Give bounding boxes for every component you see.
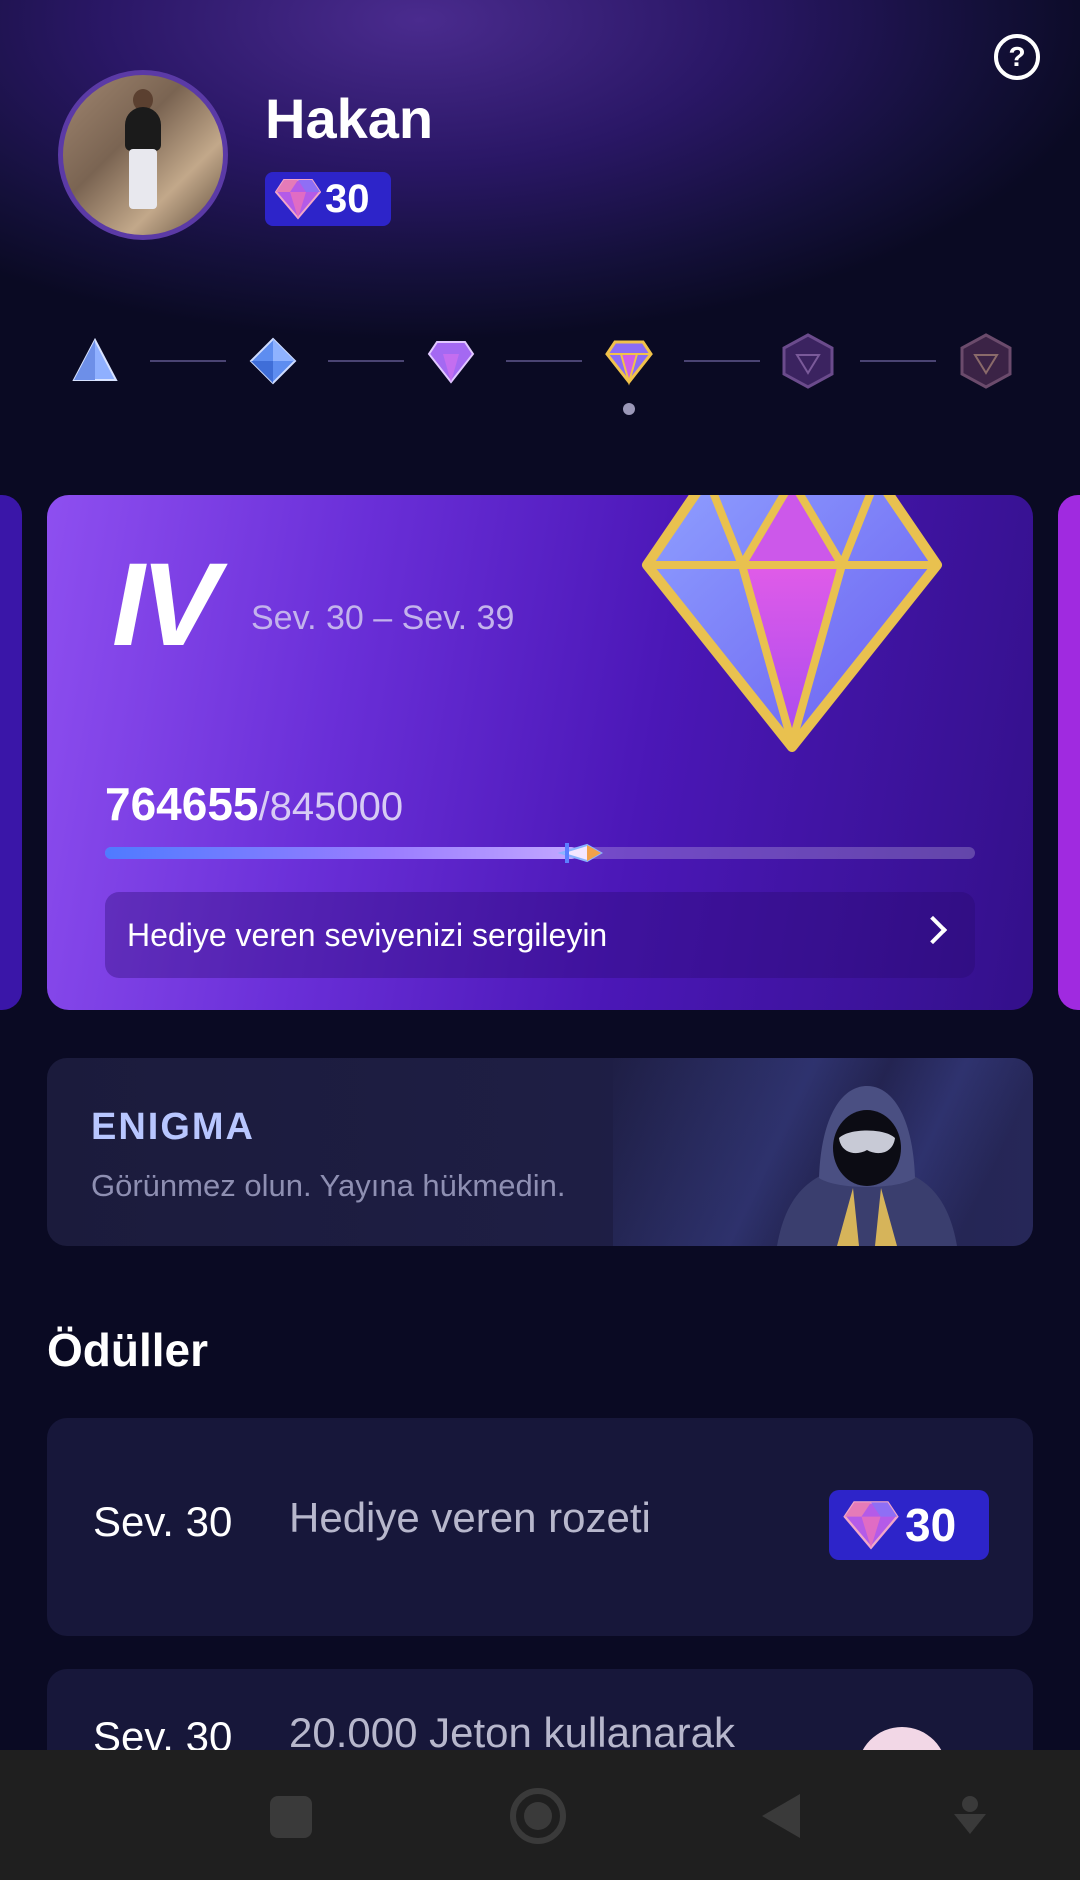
next-tier-card[interactable] <box>1058 495 1080 1010</box>
tier4-large-gem-icon <box>642 495 942 752</box>
prev-tier-card[interactable] <box>0 495 22 1010</box>
enigma-title: ENIGMA <box>91 1106 255 1148</box>
avatar[interactable] <box>58 70 228 240</box>
rewards-section-title: Ödüller <box>47 1324 209 1376</box>
gem-icon <box>843 1501 899 1550</box>
showcase-level-label: Hediye veren seviyenizi sergileyin <box>127 916 608 953</box>
username: Hakan <box>265 87 434 150</box>
progress-bar <box>105 843 975 863</box>
reward-badge-value: 30 <box>905 1499 957 1551</box>
level-badge: 30 <box>265 172 391 226</box>
tier2-diamond-gem-icon[interactable] <box>248 336 298 386</box>
masked-hooded-figure-icon <box>777 1086 957 1246</box>
reward-item[interactable]: Sev. 30 Hediye veren rozeti 30 <box>47 1418 1033 1636</box>
enigma-promo-card[interactable]: ENIGMA Görünmez olun. Yayına hükmedin. <box>47 1058 1033 1246</box>
tier1-triangle-gem-icon[interactable] <box>70 336 120 386</box>
chevron-right-icon <box>918 915 948 945</box>
tier-progression <box>0 330 1080 420</box>
tier-roman-numeral: IV <box>112 539 219 671</box>
tier-card[interactable]: IV Sev. 30 – Sev. 39 764655/845000 Hediy… <box>47 495 1033 1010</box>
help-button[interactable]: ? <box>994 34 1040 80</box>
enigma-subtitle: Görünmez olun. Yayına hükmedin. <box>91 1168 566 1203</box>
progress-current-value: 764655 <box>105 778 259 830</box>
tier-level-range: Sev. 30 – Sev. 39 <box>251 599 515 637</box>
progress-total-value: /845000 <box>258 785 404 829</box>
rocket-marker-icon <box>557 843 603 863</box>
tier4-gem-icon[interactable] <box>604 336 654 386</box>
active-tier-indicator <box>623 403 635 415</box>
showcase-level-button[interactable]: Hediye veren seviyenizi sergileyin <box>105 892 975 978</box>
level-badge-value: 30 <box>325 176 370 221</box>
home-icon[interactable] <box>510 1788 566 1844</box>
reward-description: Hediye veren rozeti <box>289 1494 651 1541</box>
back-icon[interactable] <box>762 1794 800 1838</box>
tier6-locked-gem-icon[interactable] <box>958 333 1014 389</box>
tier5-locked-gem-icon[interactable] <box>780 333 836 389</box>
progress-text: 764655/845000 <box>105 777 403 831</box>
tier3-gem-icon[interactable] <box>426 336 476 386</box>
gem-icon <box>275 179 321 220</box>
question-circle-icon: ? <box>1008 41 1026 72</box>
system-navigation-bar <box>0 1750 1080 1880</box>
keyboard-hide-icon[interactable] <box>950 1794 990 1840</box>
reward-level: Sev. 30 <box>93 1498 233 1545</box>
progress-bar-fill <box>105 847 577 859</box>
reward-level-badge: 30 <box>829 1490 989 1560</box>
recent-apps-icon[interactable] <box>270 1796 312 1838</box>
